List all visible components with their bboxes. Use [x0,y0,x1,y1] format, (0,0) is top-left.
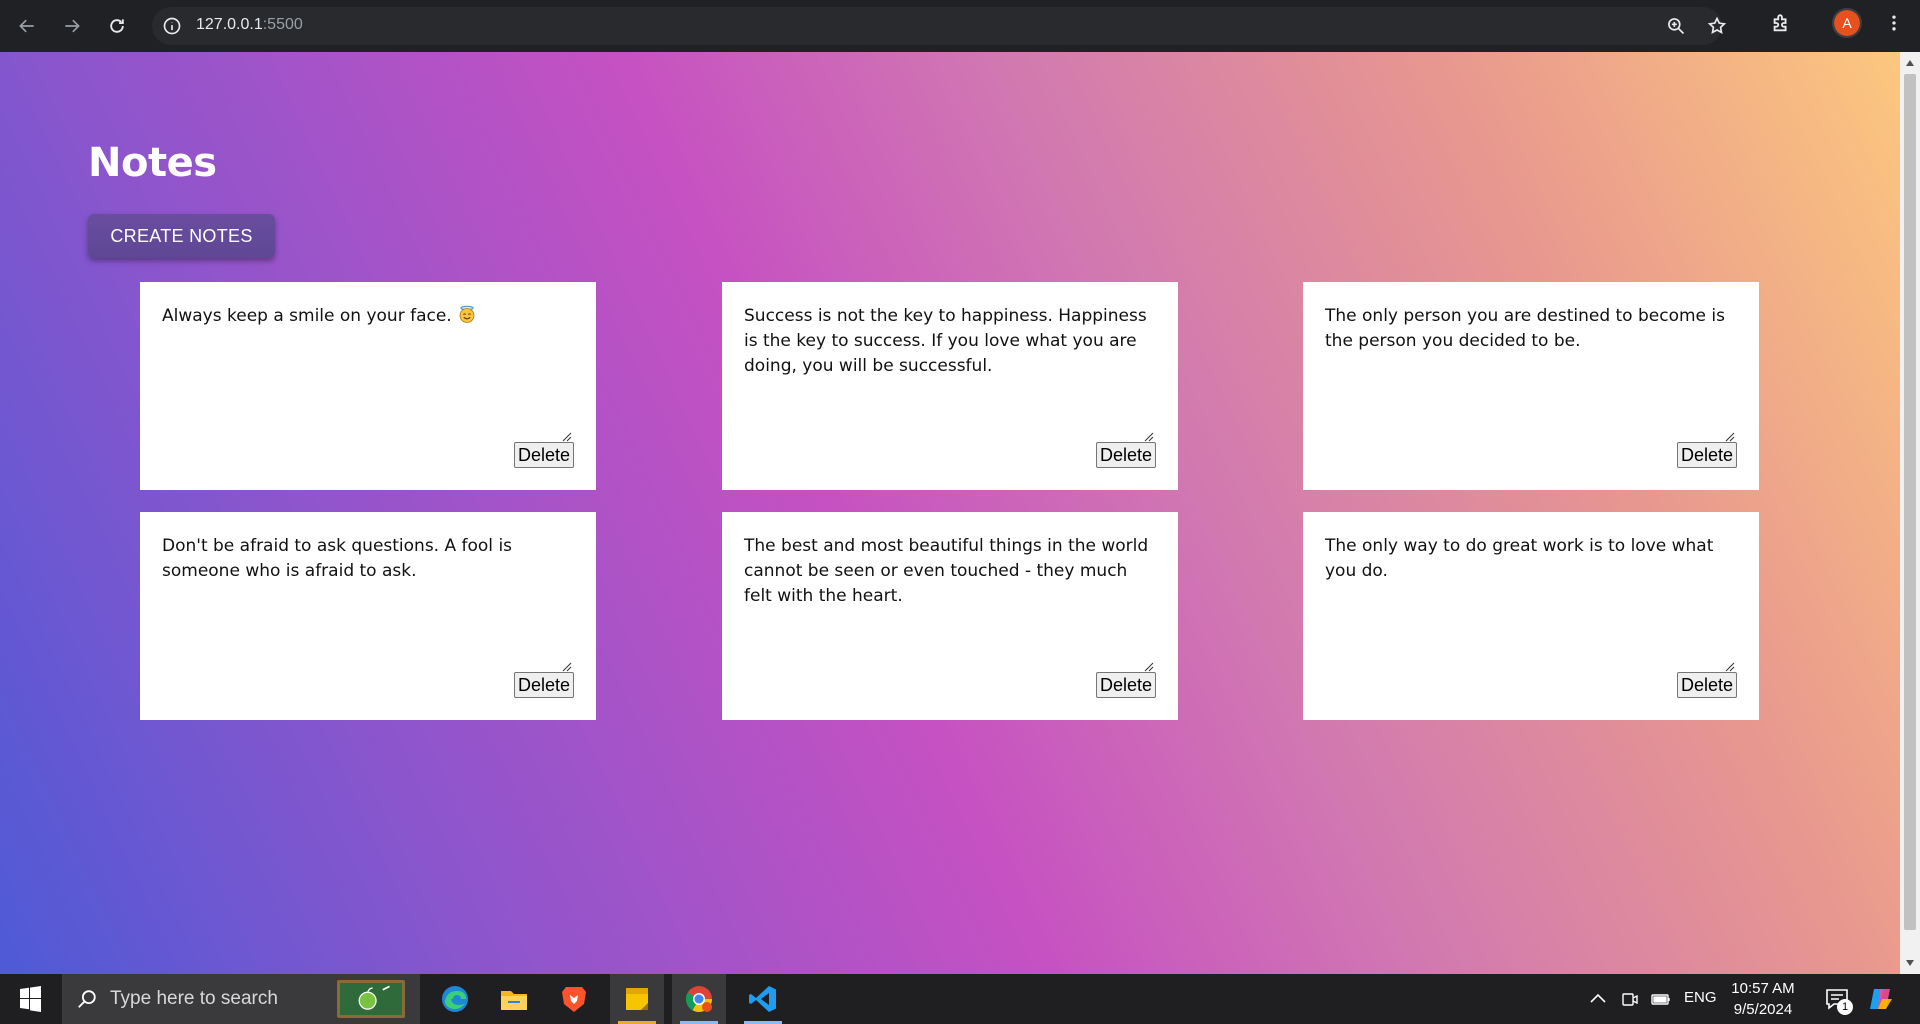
profile-avatar[interactable]: A [1832,8,1862,38]
clock-time: 10:57 AM [1731,980,1795,997]
edge-icon [442,986,468,1012]
search-placeholder: Type here to search [110,988,278,1009]
url-text: 127.0.0.1:5500 [196,16,303,33]
note-card[interactable]: Success is not the key to happiness. Hap… [722,282,1178,490]
page-viewport: Notes CREATE NOTES Always keep a smile o… [0,52,1900,974]
taskbar-app-chrome[interactable] [672,974,726,1024]
note-text[interactable]: Don't be afraid to ask questions. A fool… [162,534,574,584]
bookmark-star-icon[interactable] [1707,16,1727,36]
note-card[interactable]: The only way to do great work is to love… [1303,512,1759,720]
zoom-icon[interactable] [1666,16,1686,36]
note-text[interactable]: The only person you are destined to beco… [1325,304,1737,354]
language-indicator[interactable]: ENG [1684,989,1717,1006]
note-card[interactable]: Always keep a smile on your face. Delete [140,282,596,490]
extensions-icon[interactable] [1770,12,1792,34]
scroll-down-arrow-icon[interactable] [1905,958,1915,968]
note-text[interactable]: The best and most beautiful things in th… [744,534,1156,609]
resize-grip-icon[interactable] [1725,662,1735,672]
site-info-icon[interactable] [162,16,182,36]
notes-container: Always keep a smile on your face. Delete… [0,52,1900,974]
chrome-icon [685,986,713,1013]
taskbar-app-edge[interactable] [428,974,482,1024]
more-menu-icon[interactable] [1884,12,1904,34]
reload-button[interactable] [99,8,135,44]
resize-grip-icon[interactable] [1144,662,1154,672]
back-button[interactable] [9,8,45,44]
note-text[interactable]: Success is not the key to happiness. Hap… [744,304,1156,379]
note-text[interactable]: The only way to do great work is to love… [1325,534,1737,584]
taskbar: Type here to search ENG 10:57 AM 9/5/202… [0,974,1920,1024]
chevron-up-icon[interactable] [1588,989,1608,1009]
resize-grip-icon[interactable] [1144,432,1154,442]
vertical-scrollbar[interactable] [1900,52,1920,974]
notification-count: 1 [1837,999,1853,1015]
meet-now-icon[interactable] [1620,989,1640,1009]
resize-grip-icon[interactable] [562,662,572,672]
sticky-notes-icon [626,988,648,1010]
chalkboard-apple-icon [337,980,405,1018]
note-card[interactable]: Don't be afraid to ask questions. A fool… [140,512,596,720]
file-explorer-icon [501,991,527,1010]
taskbar-app-brave[interactable] [547,974,601,1024]
taskbar-app-file-explorer[interactable] [487,974,541,1024]
delete-button[interactable]: Delete [1676,672,1737,698]
forward-button[interactable] [54,8,90,44]
resize-grip-icon[interactable] [562,432,572,442]
arrow-right-icon [65,19,80,33]
delete-button[interactable]: Delete [1095,442,1156,468]
taskbar-app-vscode[interactable] [736,974,790,1024]
taskbar-app-sticky-notes[interactable] [610,974,664,1024]
taskbar-search[interactable]: Type here to search [62,974,420,1024]
resize-grip-icon[interactable] [1725,432,1735,442]
scrollbar-thumb[interactable] [1904,74,1916,930]
brave-icon [562,987,586,1012]
reload-icon [110,19,124,33]
clock-date: 9/5/2024 [1733,1001,1793,1018]
delete-button[interactable]: Delete [513,442,574,468]
battery-icon[interactable] [1650,989,1672,1009]
copilot-icon[interactable] [1866,985,1896,1013]
delete-button[interactable]: Delete [1095,672,1156,698]
system-clock[interactable]: 10:57 AM 9/5/2024 [1718,978,1808,1020]
note-card[interactable]: The best and most beautiful things in th… [722,512,1178,720]
scroll-up-arrow-icon[interactable] [1905,58,1915,68]
vscode-icon [749,986,776,1012]
note-text[interactable]: Always keep a smile on your face. [162,304,574,329]
delete-button[interactable]: Delete [513,672,574,698]
address-bar[interactable]: 127.0.0.1:5500 [152,7,1727,45]
windows-start-icon[interactable] [10,986,50,1012]
browser-toolbar: 127.0.0.1:5500 A [0,0,1920,52]
note-card[interactable]: The only person you are destined to beco… [1303,282,1759,490]
search-icon [78,990,96,1008]
arrow-left-icon [19,19,34,33]
smiling-face-with-halo-icon [459,305,475,323]
delete-button[interactable]: Delete [1676,442,1737,468]
